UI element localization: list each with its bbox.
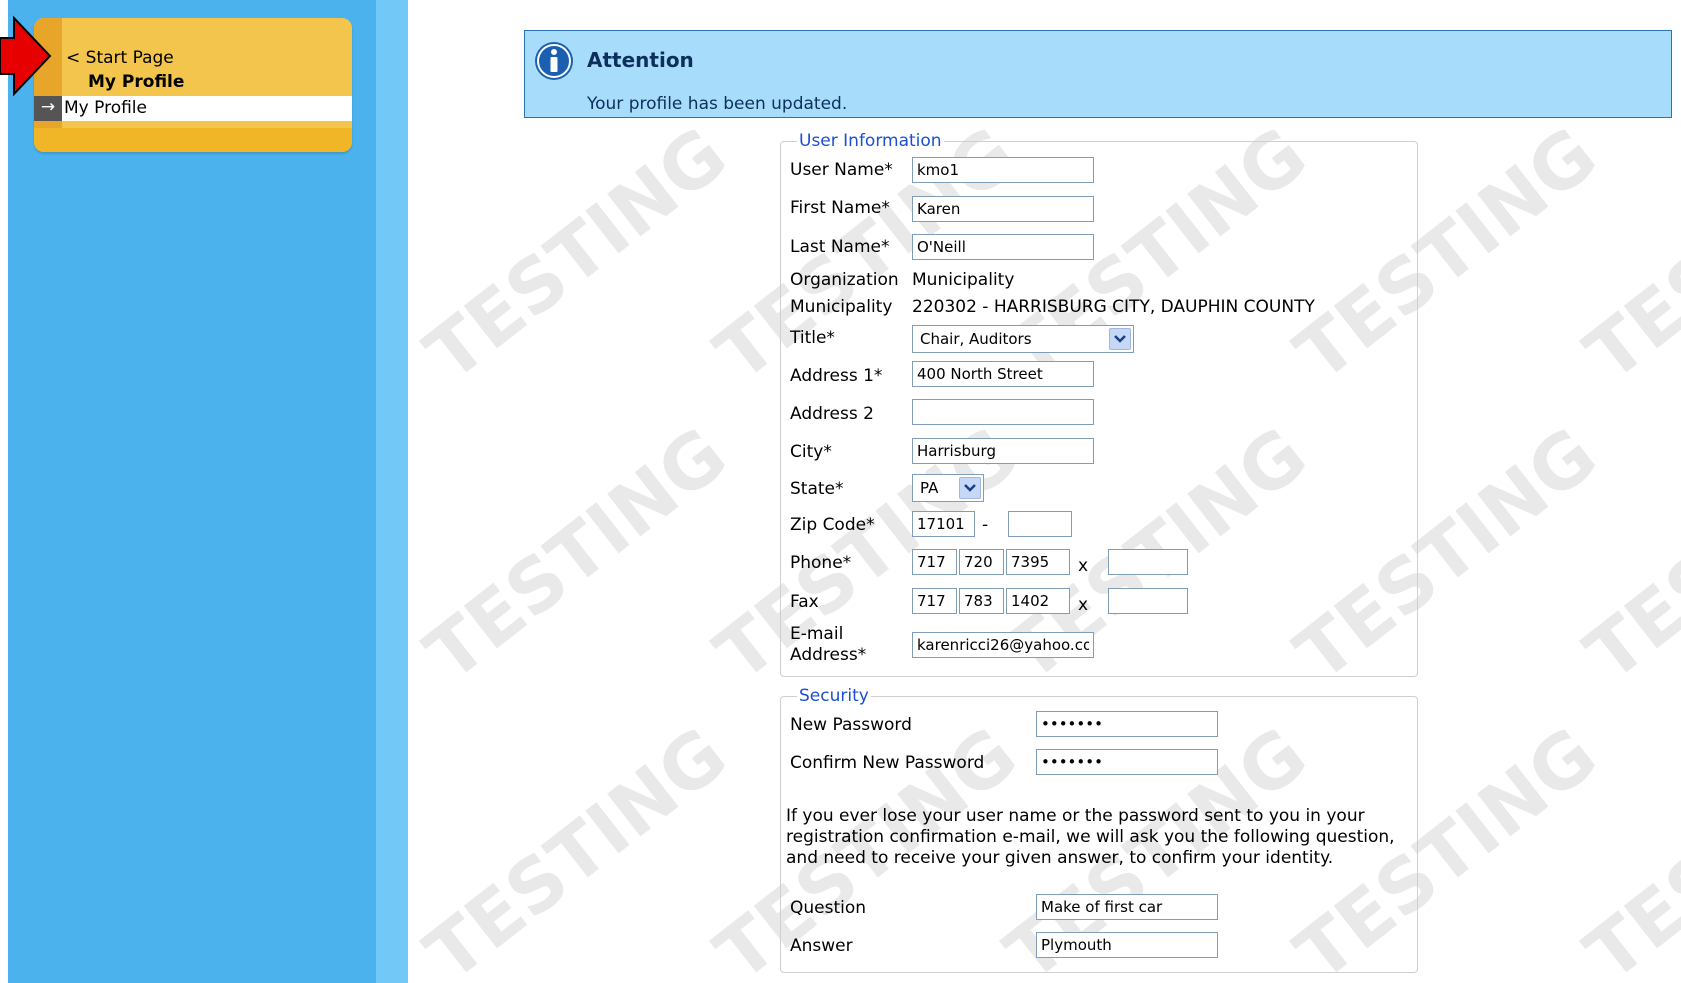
zip-ext-field[interactable] [1008, 511, 1072, 537]
last-name-label: Last Name* [790, 237, 890, 257]
last-name-field[interactable] [912, 234, 1094, 260]
address1-label: Address 1* [790, 366, 883, 386]
user-information-legend: User Information [799, 131, 942, 151]
email-field[interactable] [912, 632, 1094, 658]
zip-field[interactable] [912, 511, 975, 537]
fax-line-field[interactable] [1006, 588, 1070, 614]
city-field[interactable] [912, 438, 1094, 464]
municipality-value: 220302 - HARRISBURG CITY, DAUPHIN COUNTY [912, 297, 1315, 317]
sidebar-divider [376, 0, 408, 983]
zip-label: Zip Code* [790, 515, 875, 535]
state-select-value: PA [920, 479, 939, 497]
watermark: TESTING [410, 411, 743, 698]
phone-ext-field[interactable] [1108, 549, 1188, 575]
chevron-down-icon[interactable] [1109, 328, 1131, 350]
question-field[interactable] [1036, 894, 1218, 920]
new-password-label: New Password [790, 715, 912, 735]
nav-heading: My Profile [88, 72, 185, 92]
title-select[interactable]: Chair, Auditors [912, 325, 1134, 353]
question-label: Question [790, 898, 867, 918]
security-legend: Security [799, 686, 869, 706]
start-page-link[interactable]: < Start Page [66, 48, 174, 68]
answer-label: Answer [790, 936, 853, 956]
email-label: E-mail Address* [790, 624, 866, 666]
city-label: City* [790, 442, 832, 462]
watermark: TESTING [1570, 411, 1681, 698]
fax-prefix-field[interactable] [959, 588, 1004, 614]
red-pointer-arrow-icon [0, 15, 52, 97]
phone-label: Phone* [790, 553, 852, 573]
email-label-line2: Address* [790, 645, 867, 665]
watermark: TESTING [410, 111, 743, 398]
organization-label: Organization [790, 270, 899, 290]
new-password-field[interactable] [1036, 711, 1218, 737]
address2-field[interactable] [912, 399, 1094, 425]
attention-message: Your profile has been updated. [587, 94, 848, 114]
state-label: State* [790, 479, 844, 499]
nav-panel-footer [34, 128, 352, 152]
title-label: Title* [790, 328, 835, 348]
answer-field[interactable] [1036, 932, 1218, 958]
state-select[interactable]: PA [912, 474, 984, 502]
first-name-label: First Name* [790, 198, 890, 218]
nav-item-my-profile[interactable]: → My Profile [34, 96, 352, 121]
fax-ext-field[interactable] [1108, 588, 1188, 614]
fax-area-field[interactable] [912, 588, 957, 614]
nav-panel: < Start Page My Profile → My Profile [34, 18, 352, 152]
phone-line-field[interactable] [1006, 549, 1070, 575]
info-icon [535, 42, 573, 80]
nav-item-label: My Profile [64, 98, 147, 118]
user-name-field[interactable] [912, 157, 1094, 183]
watermark: TESTING [1570, 111, 1681, 398]
watermark: TESTING [410, 711, 743, 983]
organization-value: Municipality [912, 270, 1015, 290]
phone-area-field[interactable] [912, 549, 957, 575]
zip-separator: - [982, 515, 989, 535]
attention-title: Attention [587, 48, 694, 72]
address1-field[interactable] [912, 361, 1094, 387]
address2-label: Address 2 [790, 404, 874, 424]
watermark: TESTING [1570, 711, 1681, 983]
security-info-text: If you ever lose your user name or the p… [786, 806, 1395, 868]
title-select-value: Chair, Auditors [920, 330, 1032, 348]
confirm-password-label: Confirm New Password [790, 753, 985, 773]
attention-banner: Attention Your profile has been updated. [524, 30, 1672, 118]
email-label-line1: E-mail [790, 624, 844, 644]
user-name-label: User Name* [790, 160, 893, 180]
first-name-field[interactable] [912, 196, 1094, 222]
fax-label: Fax [790, 592, 819, 612]
fax-ext-x: x [1078, 595, 1089, 615]
chevron-down-icon[interactable] [959, 477, 981, 499]
phone-ext-x: x [1078, 556, 1089, 576]
confirm-password-field[interactable] [1036, 749, 1218, 775]
municipality-label: Municipality [790, 297, 893, 317]
phone-prefix-field[interactable] [959, 549, 1004, 575]
page-left-edge [0, 0, 8, 983]
